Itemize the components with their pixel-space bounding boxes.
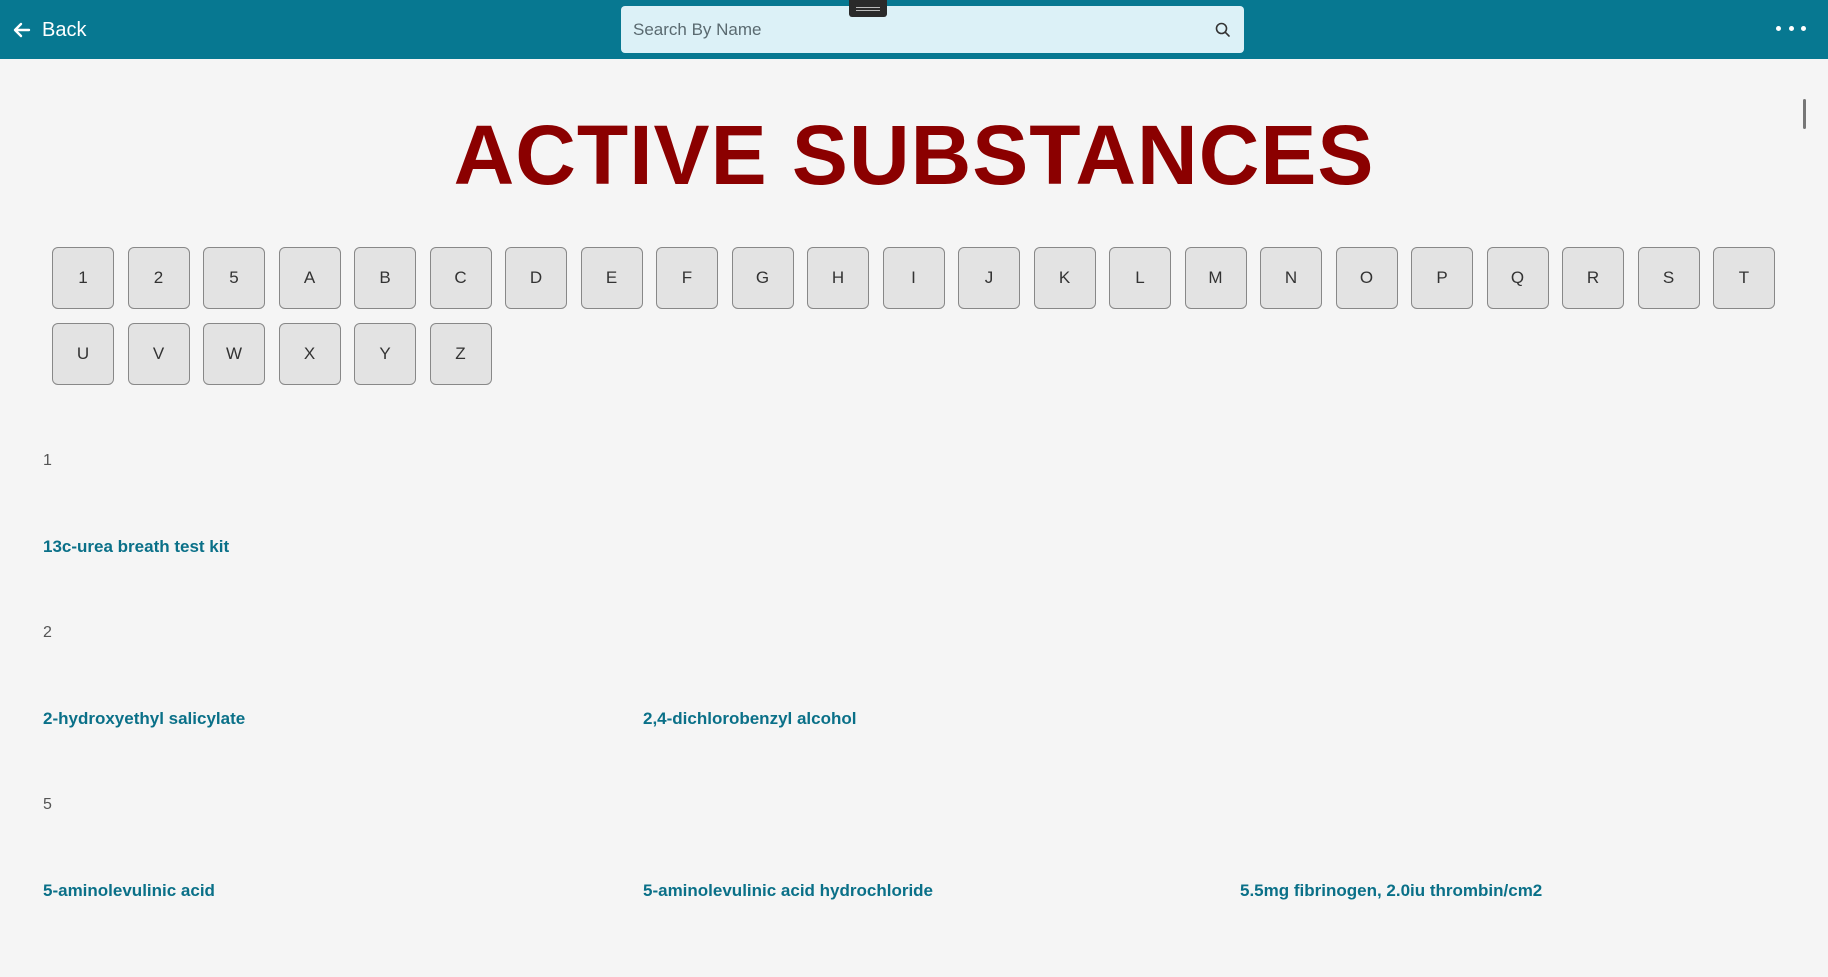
letter-button-1[interactable]: 1 xyxy=(52,247,114,309)
page-title: ACTIVE SUBSTANCES xyxy=(453,108,1375,202)
letter-button-p[interactable]: P xyxy=(1411,247,1473,309)
more-options-icon[interactable] xyxy=(1776,16,1806,40)
letter-button-b[interactable]: B xyxy=(354,247,416,309)
letter-button-q[interactable]: Q xyxy=(1486,247,1549,309)
letter-button-l[interactable]: L xyxy=(1109,247,1171,309)
drag-handle[interactable] xyxy=(849,0,887,17)
letter-button-5[interactable]: 5 xyxy=(203,247,265,309)
letter-button-u[interactable]: U xyxy=(52,323,114,385)
letter-button-w[interactable]: W xyxy=(203,323,265,385)
letter-button-y[interactable]: Y xyxy=(354,323,416,385)
letter-button-a[interactable]: A xyxy=(278,247,341,309)
letter-button-m[interactable]: M xyxy=(1184,247,1247,309)
top-app-bar: Back xyxy=(0,0,1828,59)
substance-link[interactable]: 5.5mg fibrinogen, 2.0iu thrombin/cm2 xyxy=(1240,881,1542,901)
back-label: Back xyxy=(42,18,87,41)
section-heading: 2 xyxy=(43,624,52,641)
substance-link[interactable]: 2-hydroxyethyl salicylate xyxy=(43,709,245,729)
letter-button-k[interactable]: K xyxy=(1033,247,1096,309)
substance-link[interactable]: 5-aminolevulinic acid hydrochloride xyxy=(643,881,933,901)
letter-button-2[interactable]: 2 xyxy=(127,247,190,309)
letter-button-z[interactable]: Z xyxy=(429,323,492,385)
search-box[interactable] xyxy=(621,6,1244,53)
letter-button-s[interactable]: S xyxy=(1637,247,1700,309)
letter-button-g[interactable]: G xyxy=(731,247,794,309)
letter-button-i[interactable]: I xyxy=(882,247,945,309)
letter-button-v[interactable]: V xyxy=(127,323,190,385)
letter-button-d[interactable]: D xyxy=(505,247,567,309)
letter-button-t[interactable]: T xyxy=(1713,247,1775,309)
search-input[interactable] xyxy=(633,19,1206,40)
letter-button-j[interactable]: J xyxy=(958,247,1020,309)
substance-link[interactable]: 5-aminolevulinic acid xyxy=(43,881,215,901)
back-button[interactable]: Back xyxy=(12,14,86,46)
letter-button-e[interactable]: E xyxy=(580,247,643,309)
letter-button-c[interactable]: C xyxy=(429,247,492,309)
letter-button-o[interactable]: O xyxy=(1335,247,1398,309)
search-icon[interactable] xyxy=(1214,21,1232,39)
arrow-left-icon xyxy=(13,22,31,38)
letter-button-f[interactable]: F xyxy=(656,247,718,309)
substance-link[interactable]: 2,4-dichlorobenzyl alcohol xyxy=(643,709,856,729)
letter-button-n[interactable]: N xyxy=(1260,247,1322,309)
letter-button-h[interactable]: H xyxy=(807,247,869,309)
section-heading: 5 xyxy=(43,796,52,813)
section-heading: 1 xyxy=(43,452,52,469)
alphabet-index: 125ABCDEFGHIJKLMNOPQRST UVWXYZ xyxy=(52,247,1782,385)
substance-link[interactable]: 13c-urea breath test kit xyxy=(43,537,229,557)
letter-button-r[interactable]: R xyxy=(1562,247,1624,309)
letter-button-x[interactable]: X xyxy=(278,323,341,385)
